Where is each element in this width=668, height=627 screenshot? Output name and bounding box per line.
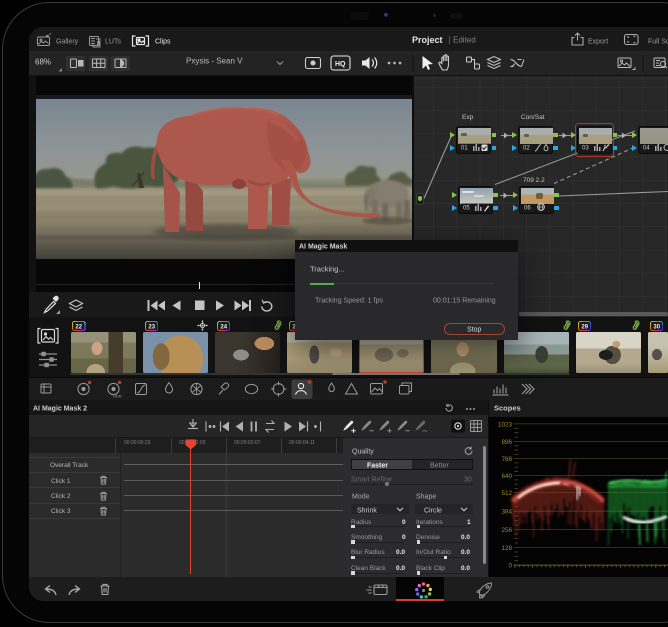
svg-text:HDR: HDR: [113, 393, 122, 398]
svg-text:256: 256: [501, 527, 512, 534]
svg-text:768: 768: [501, 456, 512, 463]
svg-text:640: 640: [501, 473, 512, 480]
svg-text:0: 0: [508, 563, 512, 570]
svg-text:1023: 1023: [498, 421, 513, 428]
svg-text:512: 512: [501, 490, 512, 497]
svg-text:HQ: HQ: [335, 61, 346, 68]
svg-text:128: 128: [501, 545, 512, 552]
svg-text:896: 896: [501, 439, 512, 446]
svg-text:384: 384: [501, 509, 512, 516]
